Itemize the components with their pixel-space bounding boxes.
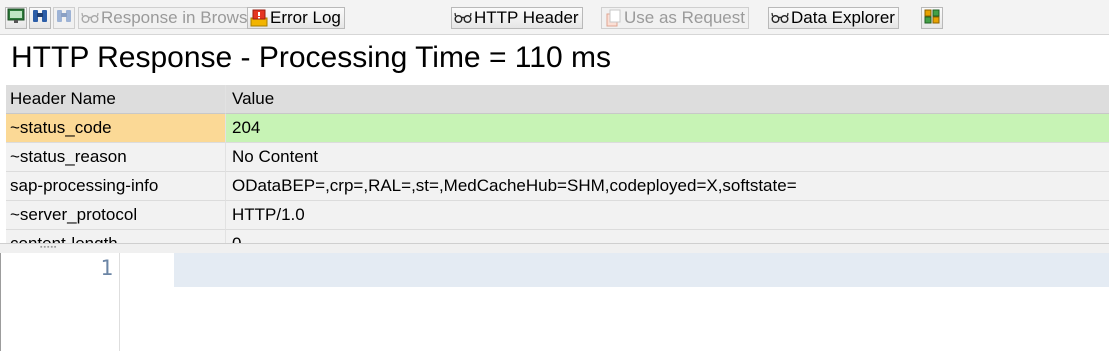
response-in-browser-button[interactable]: Response in Browser xyxy=(78,7,267,29)
table-row[interactable]: sap-processing-info ODataBEP=,crp=,RAL=,… xyxy=(6,172,1109,201)
use-as-request-button[interactable]: Use as Request xyxy=(601,7,749,29)
current-line-highlight[interactable] xyxy=(174,253,1109,287)
header-name-cell[interactable]: ~server_protocol xyxy=(6,201,226,230)
table-row[interactable]: ~status_reason No Content xyxy=(6,143,1109,172)
binoculars-plus-icon xyxy=(55,7,73,29)
response-in-browser-label: Response in Browser xyxy=(101,8,263,27)
table-row[interactable]: ~server_protocol HTTP/1.0 xyxy=(6,201,1109,230)
error-log-button[interactable]: Error Log xyxy=(247,7,345,29)
splitter-grip-icon[interactable]: ▪▪▪▪▪ xyxy=(40,244,57,251)
header-value-cell[interactable]: 0 xyxy=(226,230,1109,243)
toolbar: Response in Browser Error Log HTTP Heade… xyxy=(0,0,1109,35)
settings-button[interactable] xyxy=(921,7,943,29)
header-value-cell[interactable]: 204 xyxy=(226,114,1109,143)
wrench-toolbox-icon xyxy=(923,7,941,30)
line-number-gutter: 1 xyxy=(8,253,120,351)
http-header-button[interactable]: HTTP Header xyxy=(451,7,583,29)
header-value-cell[interactable]: ODataBEP=,crp=,RAL=,st=,MedCacheHub=SHM,… xyxy=(226,172,1109,201)
binoculars-icon xyxy=(31,7,49,29)
monitor-icon xyxy=(7,7,25,29)
glasses-icon xyxy=(771,9,789,27)
column-header-value[interactable]: Value xyxy=(226,85,1109,114)
data-explorer-button[interactable]: Data Explorer xyxy=(768,7,899,29)
http-header-label: HTTP Header xyxy=(474,8,579,27)
header-value-cell[interactable]: No Content xyxy=(226,143,1109,172)
glasses-icon xyxy=(454,9,472,27)
table-header-row: Header Name Value xyxy=(6,85,1109,114)
error-log-label: Error Log xyxy=(270,8,341,27)
back-button[interactable] xyxy=(5,7,27,29)
line-number: 1 xyxy=(100,256,113,280)
header-name-cell[interactable]: ~status_reason xyxy=(6,143,226,172)
glasses-icon xyxy=(81,9,99,27)
table-row[interactable]: content-length 0 xyxy=(6,230,1109,243)
error-log-icon xyxy=(250,9,268,27)
find-next-button[interactable] xyxy=(53,7,75,29)
use-as-request-label: Use as Request xyxy=(624,8,745,27)
header-name-cell[interactable]: ~status_code xyxy=(6,114,226,143)
header-name-cell[interactable]: content-length xyxy=(6,230,226,243)
document-copy-icon xyxy=(604,9,622,27)
page-title: HTTP Response - Processing Time = 110 ms xyxy=(11,41,611,74)
find-button[interactable] xyxy=(29,7,51,29)
response-body-editor[interactable]: 1 xyxy=(0,253,1109,351)
table-row[interactable]: ~status_code 204 xyxy=(6,114,1109,143)
data-explorer-label: Data Explorer xyxy=(791,8,895,27)
column-header-name[interactable]: Header Name xyxy=(6,85,226,114)
header-name-cell[interactable]: sap-processing-info xyxy=(6,172,226,201)
http-header-table: Header Name Value ~status_code 204 ~stat… xyxy=(6,85,1109,243)
header-value-cell[interactable]: HTTP/1.0 xyxy=(226,201,1109,230)
